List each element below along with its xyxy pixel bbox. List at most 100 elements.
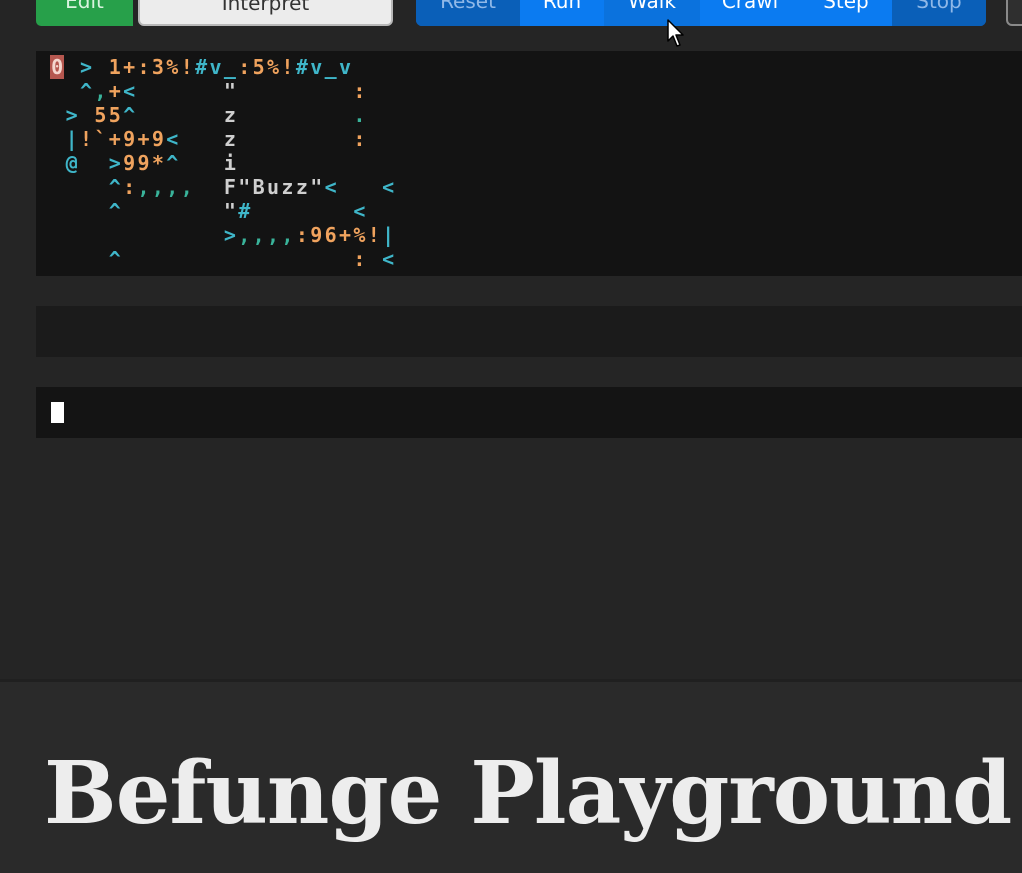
program-cell[interactable]: : [352, 247, 366, 271]
program-cell[interactable]: < [165, 127, 179, 151]
program-cell[interactable]: " [223, 199, 237, 223]
program-cell[interactable]: , [266, 223, 280, 247]
program-cell[interactable] [180, 247, 194, 271]
program-cell[interactable]: u [266, 175, 280, 199]
program-cell[interactable] [266, 247, 280, 271]
program-cell[interactable] [251, 199, 265, 223]
program-cell[interactable] [194, 223, 208, 247]
program-cell[interactable]: : [352, 79, 366, 103]
program-cell[interactable]: B [251, 175, 265, 199]
program-cell[interactable] [79, 151, 93, 175]
program-cell[interactable] [352, 175, 366, 199]
program-cell[interactable] [93, 199, 107, 223]
program-cell[interactable]: , [165, 175, 179, 199]
program-cell[interactable] [151, 223, 165, 247]
program-cell[interactable]: > [64, 103, 78, 127]
program-cell[interactable] [122, 199, 136, 223]
program-cell[interactable] [367, 247, 381, 271]
program-cell[interactable] [79, 199, 93, 223]
program-cell[interactable] [50, 199, 64, 223]
program-cell[interactable] [108, 223, 122, 247]
program-cell[interactable]: > [223, 223, 237, 247]
program-cell[interactable]: v [208, 55, 222, 79]
program-cell[interactable]: " [237, 175, 251, 199]
program-cell[interactable] [208, 79, 222, 103]
program-cell[interactable] [50, 103, 64, 127]
program-cell[interactable] [309, 247, 323, 271]
program-cell[interactable] [151, 199, 165, 223]
program-cell[interactable]: ^ [165, 151, 179, 175]
interpret-button[interactable]: Interpret [138, 0, 393, 26]
program-cell[interactable] [208, 247, 222, 271]
step-button[interactable]: Step [800, 0, 892, 26]
program-cell[interactable]: , [136, 175, 150, 199]
program-cell[interactable]: 5 [108, 103, 122, 127]
program-cell[interactable] [165, 247, 179, 271]
program-cell[interactable] [194, 103, 208, 127]
program-cell[interactable] [50, 127, 64, 151]
program-cell[interactable]: : [136, 55, 150, 79]
program-cell[interactable] [280, 199, 294, 223]
program-cell[interactable]: z [223, 127, 237, 151]
program-cell[interactable] [180, 103, 194, 127]
program-cell[interactable]: % [266, 55, 280, 79]
program-cell[interactable] [64, 223, 78, 247]
program-cell[interactable]: _ [323, 55, 337, 79]
program-cell[interactable]: | [64, 127, 78, 151]
program-cell[interactable]: > [108, 151, 122, 175]
program-cell[interactable]: , [93, 79, 107, 103]
program-cell[interactable]: % [352, 223, 366, 247]
program-cell[interactable]: v [309, 55, 323, 79]
program-cell[interactable] [64, 247, 78, 271]
crawl-button[interactable]: Crawl [700, 0, 800, 26]
program-cell[interactable] [266, 127, 280, 151]
program-cell[interactable]: ^ [108, 247, 122, 271]
program-cell[interactable]: * [151, 151, 165, 175]
program-cell[interactable] [237, 247, 251, 271]
program-cell[interactable]: < [352, 199, 366, 223]
program-cell[interactable] [64, 79, 78, 103]
program-cell[interactable] [50, 175, 64, 199]
program-cell[interactable] [136, 223, 150, 247]
program-cell[interactable] [180, 151, 194, 175]
output-panel[interactable] [36, 387, 1022, 438]
program-cell[interactable]: > [79, 55, 93, 79]
program-cell[interactable] [295, 127, 309, 151]
program-cell[interactable]: ! [79, 127, 93, 151]
program-cell[interactable] [180, 79, 194, 103]
program-cell[interactable] [295, 199, 309, 223]
program-cell[interactable]: 6 [323, 223, 337, 247]
program-cell[interactable]: , [280, 223, 294, 247]
program-cell[interactable] [165, 79, 179, 103]
program-cell[interactable] [136, 79, 150, 103]
stop-button[interactable]: Stop [892, 0, 986, 26]
program-cell[interactable]: : [237, 55, 251, 79]
program-cell[interactable] [93, 55, 107, 79]
program-cell[interactable] [338, 199, 352, 223]
program-cell[interactable] [208, 199, 222, 223]
program-cell[interactable]: ` [93, 127, 107, 151]
run-button[interactable]: Run [520, 0, 604, 26]
program-cell[interactable] [208, 175, 222, 199]
program-cell[interactable] [194, 151, 208, 175]
program-cell[interactable]: 3 [151, 55, 165, 79]
program-cell[interactable] [136, 103, 150, 127]
program-cell[interactable]: : [295, 223, 309, 247]
program-cell[interactable]: 9 [122, 127, 136, 151]
program-cell[interactable] [180, 223, 194, 247]
program-cell[interactable] [180, 199, 194, 223]
program-cell[interactable] [251, 103, 265, 127]
program-cell[interactable]: 5 [93, 103, 107, 127]
program-cell[interactable] [338, 103, 352, 127]
program-cell[interactable] [251, 79, 265, 103]
edit-button[interactable]: Edit [36, 0, 133, 26]
program-cell[interactable] [50, 79, 64, 103]
program-cell[interactable] [309, 199, 323, 223]
program-cell[interactable] [338, 79, 352, 103]
program-cell[interactable] [237, 103, 251, 127]
program-cell[interactable]: ^ [108, 175, 122, 199]
program-cell[interactable] [295, 103, 309, 127]
program-cell[interactable] [122, 247, 136, 271]
program-cell[interactable] [151, 103, 165, 127]
program-cell[interactable] [309, 79, 323, 103]
